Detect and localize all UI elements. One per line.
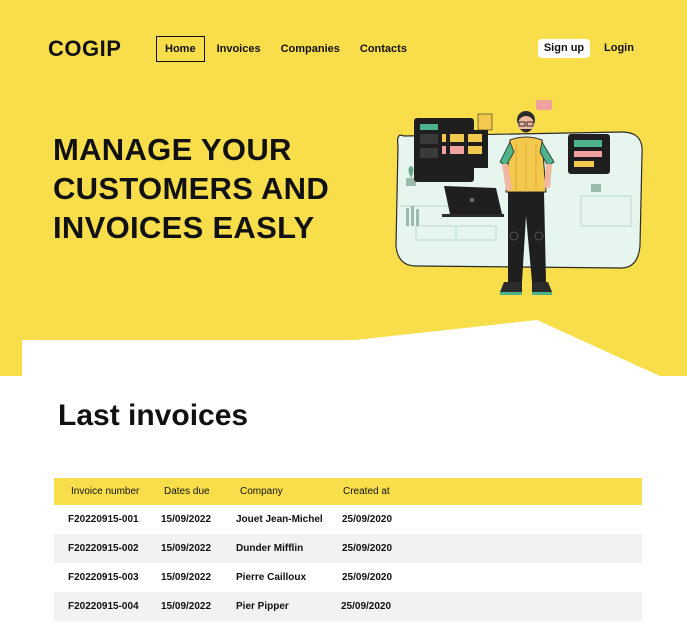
cell-date-due: 15/09/2022: [161, 572, 212, 583]
logo[interactable]: COGIP: [48, 36, 121, 62]
nav-item-contacts[interactable]: Contacts: [352, 37, 415, 61]
signup-button[interactable]: Sign up: [538, 39, 590, 58]
cell-created-at: 25/09/2020: [341, 601, 392, 612]
cell-created-at: 25/09/2020: [342, 572, 393, 583]
cell-invoice-number: F20220915-002: [68, 543, 139, 554]
hero-title-line: MANAGE YOUR: [53, 132, 292, 167]
section-title: Last invoices: [58, 399, 249, 432]
cell-company: Jouet Jean-Michel: [236, 514, 323, 525]
hero-title: MANAGE YOUR CUSTOMERS AND INVOICES EASLY: [53, 130, 393, 247]
hero-title-line: CUSTOMERS AND: [53, 171, 330, 206]
hero-illustration: [395, 100, 643, 295]
cell-company: Pier Pipper: [236, 601, 289, 612]
cell-created-at: 25/09/2020: [342, 543, 393, 554]
table-row[interactable]: F20220915-001 15/09/2022 Jouet Jean-Mich…: [54, 505, 642, 534]
column-header: Company: [240, 486, 283, 497]
table-row[interactable]: F20220915-002 15/09/2022 Dunder Mifflin …: [54, 534, 642, 563]
nav-item-home[interactable]: Home: [156, 36, 205, 62]
nav-item-invoices[interactable]: Invoices: [209, 37, 269, 61]
column-header: Invoice number: [71, 486, 140, 497]
column-header: Dates due: [164, 486, 210, 497]
cell-company: Pierre Cailloux: [236, 572, 307, 583]
cell-invoice-number: F20220915-001: [68, 514, 139, 525]
invoices-table: Invoice number Dates due Company Created…: [54, 478, 642, 621]
main-nav: Home Invoices Companies Contacts: [156, 36, 415, 62]
cell-date-due: 15/09/2022: [161, 601, 212, 612]
cell-date-due: 15/09/2022: [161, 514, 212, 525]
login-link[interactable]: Login: [604, 39, 634, 58]
nav-item-companies[interactable]: Companies: [273, 37, 348, 61]
cell-date-due: 15/09/2022: [161, 543, 212, 554]
cell-created-at: 25/09/2020: [342, 514, 393, 525]
table-row[interactable]: F20220915-003 15/09/2022 Pierre Cailloux…: [54, 563, 642, 592]
table-header: Invoice number Dates due Company Created…: [54, 478, 642, 505]
cell-invoice-number: F20220915-004: [68, 601, 139, 612]
cell-company: Dunder Mifflin: [236, 543, 304, 554]
column-header: Created at: [343, 486, 390, 497]
hero-title-line: INVOICES EASLY: [53, 210, 315, 245]
table-row[interactable]: F20220915-004 15/09/2022 Pier Pipper 25/…: [54, 592, 642, 621]
cell-invoice-number: F20220915-003: [68, 572, 139, 583]
